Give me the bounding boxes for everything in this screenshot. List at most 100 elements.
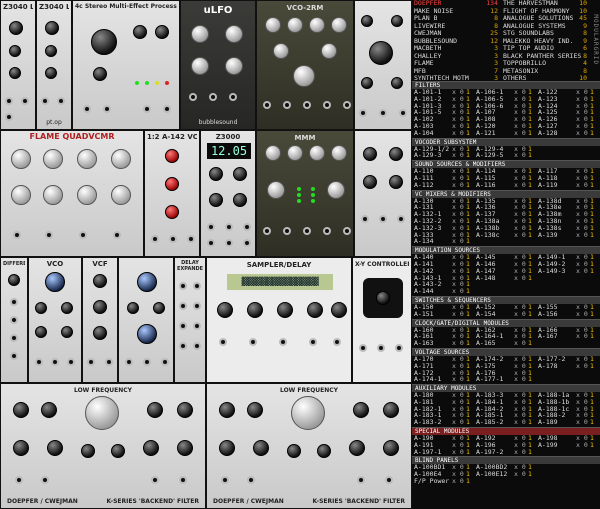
input-jack[interactable] bbox=[103, 105, 111, 113]
manufacturer-item[interactable]: DOEPFER 134 bbox=[412, 0, 501, 8]
module-list-item[interactable]: A-112 x 01 bbox=[412, 181, 474, 189]
cv-jack[interactable] bbox=[5, 113, 13, 121]
module-list-item[interactable]: A-117 x 01 bbox=[536, 168, 598, 175]
level-knob[interactable] bbox=[287, 145, 303, 161]
module-list-item[interactable]: A-148 x 01 bbox=[474, 274, 536, 282]
cutoff-knob[interactable] bbox=[93, 274, 107, 288]
tune-knob[interactable] bbox=[309, 17, 325, 33]
patch-jack[interactable] bbox=[87, 358, 95, 366]
manufacturer-item[interactable]: FLAME 3 bbox=[412, 59, 501, 68]
param-knob[interactable] bbox=[361, 77, 373, 89]
module-mmm[interactable]: MMM bbox=[256, 130, 354, 257]
module-list-item[interactable]: A-119 x 01 bbox=[536, 181, 598, 189]
frequency-knob[interactable] bbox=[369, 41, 393, 65]
patch-jack[interactable] bbox=[143, 358, 151, 366]
module-list-item[interactable]: A-185-1 x 01 bbox=[474, 412, 536, 419]
patch-jack[interactable] bbox=[343, 227, 351, 235]
module-xy-controller[interactable]: X-Y CONTROLLER bbox=[352, 257, 412, 383]
speed-knob[interactable] bbox=[277, 302, 293, 318]
module-vca[interactable] bbox=[118, 257, 174, 383]
param-knob[interactable] bbox=[81, 444, 95, 458]
pan-knob[interactable] bbox=[327, 181, 345, 199]
module-list-item[interactable]: A-129-4 x 01 bbox=[474, 145, 536, 153]
param-knob[interactable] bbox=[391, 77, 403, 89]
module-list-item[interactable]: A-126 x 01 bbox=[536, 116, 598, 123]
module-list-item[interactable]: A-108 x 01 bbox=[474, 116, 536, 123]
param-knob[interactable] bbox=[127, 302, 139, 314]
patch-jack[interactable] bbox=[279, 338, 287, 346]
frequency-knob[interactable] bbox=[85, 396, 119, 430]
module-z3040-vcf-2[interactable]: Z3040 LP-VCF pt.op bbox=[36, 0, 72, 130]
module-list-item[interactable]: A-177-1 x 01 bbox=[474, 376, 536, 383]
module-list-item[interactable]: A-125 x 01 bbox=[536, 109, 598, 116]
module-list-item[interactable]: A-166 x 01 bbox=[536, 326, 598, 334]
module-list-item[interactable]: A-133 x 01 bbox=[412, 231, 474, 239]
patch-jack[interactable] bbox=[193, 282, 201, 290]
module-list-item[interactable]: A-147 x 01 bbox=[474, 267, 536, 275]
patch-jack[interactable] bbox=[193, 322, 201, 330]
release-knob[interactable] bbox=[165, 205, 179, 219]
level-knob[interactable] bbox=[331, 145, 347, 161]
module-list-item[interactable]: A-149-1 x 01 bbox=[536, 254, 598, 261]
rate-knob[interactable] bbox=[191, 25, 209, 43]
shuffle-knob[interactable] bbox=[11, 149, 31, 169]
mix-knob[interactable] bbox=[331, 302, 347, 318]
param-knob[interactable] bbox=[143, 440, 159, 456]
module-list-item[interactable]: A-101-5 x 01 bbox=[412, 109, 474, 116]
module-list-item[interactable]: A-121 x 01 bbox=[474, 129, 536, 137]
module-list-item[interactable]: F/P Power x 01 bbox=[412, 478, 474, 485]
pwm-knob[interactable] bbox=[209, 193, 223, 207]
module-list-item[interactable]: A-122 x 01 bbox=[536, 89, 598, 96]
fm-knob[interactable] bbox=[9, 67, 21, 79]
module-list-item[interactable]: A-145 x 01 bbox=[474, 254, 536, 261]
module-list-item[interactable]: A-130 x 01 bbox=[412, 197, 474, 205]
module-list-item[interactable]: A-120 x 01 bbox=[474, 123, 536, 130]
module-list-item[interactable]: A-123 x 01 bbox=[536, 95, 598, 103]
x-output-jack[interactable] bbox=[359, 344, 367, 352]
patch-jack[interactable] bbox=[10, 334, 18, 342]
module-list-item[interactable]: A-180 x 01 bbox=[412, 392, 474, 399]
resonance-knob[interactable] bbox=[93, 300, 107, 314]
module-list-item[interactable]: A-101-1 x 01 bbox=[412, 89, 474, 96]
frequency-knob[interactable] bbox=[291, 396, 325, 430]
module-list-item[interactable]: A-118 x 01 bbox=[536, 175, 598, 182]
manufacturer-item[interactable]: BUBBLESOUND 12 bbox=[412, 37, 501, 46]
level-knob[interactable] bbox=[137, 272, 157, 292]
output-jack[interactable] bbox=[21, 97, 29, 105]
module-list-item[interactable]: A-155 x 01 bbox=[536, 304, 598, 311]
param-knob[interactable] bbox=[383, 440, 399, 456]
param-knob[interactable] bbox=[93, 67, 107, 81]
patch-jack[interactable] bbox=[357, 476, 365, 484]
patch-jack[interactable] bbox=[10, 298, 18, 306]
module-kseries-backend-filter-2[interactable]: LOW FREQUENCY DOEPFER / CWEJMAN K-SERIES… bbox=[206, 383, 412, 509]
param-knob[interactable] bbox=[287, 444, 301, 458]
length-knob[interactable] bbox=[217, 302, 233, 318]
module-list-item[interactable]: A-178 x 01 bbox=[536, 362, 598, 370]
param-knob[interactable] bbox=[111, 444, 125, 458]
patch-jack[interactable] bbox=[10, 352, 18, 360]
module-list-item[interactable]: A-107 x 01 bbox=[474, 109, 536, 116]
module-list-item[interactable]: A-160 x 01 bbox=[412, 326, 474, 334]
module-list-item[interactable]: A-100E12 x 01 bbox=[474, 471, 536, 478]
param-knob[interactable] bbox=[363, 147, 377, 161]
module-differentiator[interactable]: DIFFERENTIATOR bbox=[0, 257, 28, 383]
module-list-item[interactable]: A-164-1 x 01 bbox=[474, 333, 536, 340]
patch-jack[interactable] bbox=[263, 227, 271, 235]
fine-knob[interactable] bbox=[331, 17, 347, 33]
gate-knob[interactable] bbox=[43, 185, 63, 205]
random-knob[interactable] bbox=[43, 149, 63, 169]
shift-knob[interactable] bbox=[111, 149, 131, 169]
module-list-item[interactable]: A-151 x 01 bbox=[412, 310, 474, 318]
module-list-item[interactable]: A-144 x 01 bbox=[412, 288, 474, 295]
patch-jack[interactable] bbox=[113, 231, 121, 239]
module-list-item[interactable]: A-138m x 01 bbox=[536, 211, 598, 218]
param-knob[interactable] bbox=[8, 274, 20, 286]
module-list-item[interactable]: A-127 x 01 bbox=[536, 123, 598, 130]
module-list-item[interactable]: A-188-1a x 01 bbox=[536, 392, 598, 399]
category-title[interactable]: SWITCHES & SEQUENCERS bbox=[412, 295, 600, 304]
module-list-item[interactable]: A-101-3 x 01 bbox=[412, 102, 474, 110]
patch-jack[interactable] bbox=[151, 476, 159, 484]
param-knob[interactable] bbox=[133, 25, 147, 39]
input-jack[interactable] bbox=[83, 105, 91, 113]
fm-knob[interactable] bbox=[273, 43, 289, 59]
